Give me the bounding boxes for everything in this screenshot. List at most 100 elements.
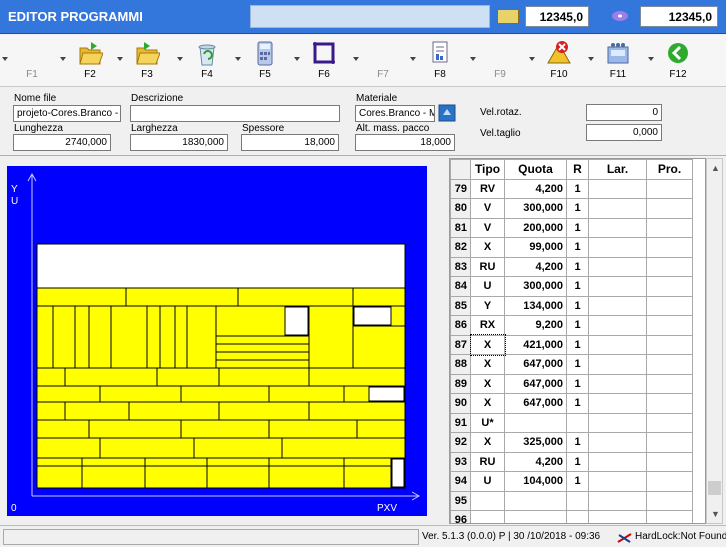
cell-pro[interactable] [646,178,693,199]
cell-tipo[interactable]: X [469,334,506,356]
dropdown-arrow-icon[interactable] [648,57,654,61]
program-table[interactable]: Tipo Quota R Lar. Pro. 79 RV 4,200 1 80 V 300,… [449,158,706,524]
dropdown-arrow-icon[interactable] [235,57,241,61]
dropdown-arrow-icon[interactable] [529,57,535,61]
cell-pro[interactable] [646,315,693,336]
dropdown-arrow-icon[interactable] [60,57,66,61]
cell-quota[interactable]: 134,000 [504,295,567,316]
cell-tipo[interactable] [470,490,505,511]
cell-quota[interactable]: 9,200 [504,315,567,336]
cell-quota[interactable] [504,490,567,511]
dropdown-arrow-icon[interactable] [294,57,300,61]
toolbar-button-f8[interactable]: F8 [408,35,464,87]
table-row[interactable]: 88 X 647,000 1 [450,354,693,375]
cell-pro[interactable] [646,276,693,297]
dropdown-arrow-icon[interactable] [470,57,476,61]
cell-lar[interactable] [588,373,647,394]
column-header-quota[interactable]: Quota [504,159,567,180]
table-row[interactable]: 95 [450,490,693,511]
cell-quota[interactable]: 4,200 [504,451,567,472]
table-row[interactable]: 92 X 325,000 1 [450,432,693,453]
vel-taglio-field[interactable]: 0,000 [586,124,662,141]
cell-r[interactable]: 1 [566,334,589,355]
dropdown-arrow-icon[interactable] [177,57,183,61]
table-row[interactable]: 90 X 647,000 1 [450,393,693,414]
cell-tipo[interactable]: X [470,373,505,394]
cell-lar[interactable] [588,295,647,316]
cell-quota[interactable]: 300,000 [504,198,567,219]
column-header-r[interactable]: R [566,159,589,180]
lunghezza-field[interactable]: 2740,000 [13,134,111,151]
cell-lar[interactable] [588,334,647,355]
cell-quota[interactable]: 325,000 [504,432,567,453]
cell-tipo[interactable]: RV [470,178,505,199]
cell-lar[interactable] [588,451,647,472]
cell-pro[interactable] [646,471,693,492]
cell-r[interactable]: 1 [566,432,589,453]
alt-mass-field[interactable]: 18,000 [355,134,455,151]
dropdown-arrow-icon[interactable] [353,57,359,61]
cell-quota[interactable]: 647,000 [504,354,567,375]
toolbar-button-f2[interactable]: F2 [58,35,114,87]
cell-pro[interactable] [646,217,693,238]
cell-lar[interactable] [588,237,647,258]
cell-quota[interactable] [504,510,567,523]
cell-quota[interactable]: 647,000 [504,393,567,414]
cell-r[interactable]: 1 [566,354,589,375]
table-row[interactable]: 86 RX 9,200 1 [450,315,693,336]
table-row[interactable]: 96 [450,510,693,523]
cell-r[interactable] [566,490,589,511]
cell-tipo[interactable] [470,510,505,523]
cell-tipo[interactable]: RX [470,315,505,336]
cell-r[interactable]: 1 [566,471,589,492]
cell-quota[interactable]: 99,000 [504,237,567,258]
cell-pro[interactable] [646,490,693,511]
cell-r[interactable] [566,510,589,523]
cell-lar[interactable] [588,393,647,414]
cell-pro[interactable] [646,451,693,472]
cell-pro[interactable] [646,373,693,394]
scroll-thumb[interactable] [708,481,721,495]
table-row[interactable]: 81 V 200,000 1 [450,217,693,238]
cell-quota[interactable]: 4,200 [504,256,567,277]
cell-lar[interactable] [588,510,647,523]
cell-r[interactable]: 1 [566,237,589,258]
column-header-lar[interactable]: Lar. [588,159,647,180]
cell-tipo[interactable]: U* [470,412,505,433]
scroll-up-icon[interactable]: ▲ [711,163,720,173]
nome-file-field[interactable]: projeto-Cores.Branco - [13,105,121,122]
cell-tipo[interactable]: X [470,432,505,453]
materiale-field[interactable]: Cores.Branco - M [355,105,435,122]
cell-quota[interactable]: 421,000 [504,334,567,355]
table-row[interactable]: 79 RV 4,200 1 [450,178,693,199]
cell-pro[interactable] [646,256,693,277]
cell-quota[interactable] [504,412,567,433]
cell-quota[interactable]: 4,200 [504,178,567,199]
cell-pro[interactable] [646,412,693,433]
table-row[interactable]: 87 X 421,000 1 [450,334,693,356]
table-row[interactable]: 91 U* [450,412,693,433]
cell-quota[interactable]: 200,000 [504,217,567,238]
larghezza-field[interactable]: 1830,000 [130,134,228,151]
cell-lar[interactable] [588,354,647,375]
cell-lar[interactable] [588,256,647,277]
cell-r[interactable]: 1 [566,315,589,336]
cell-tipo[interactable]: U [470,471,505,492]
toolbar-button-f6[interactable]: F6 [292,35,348,87]
cell-r[interactable]: 1 [566,198,589,219]
cell-tipo[interactable]: RU [470,451,505,472]
cell-pro[interactable] [646,510,693,523]
toolbar-button-f11[interactable]: F11 [586,35,642,87]
cutting-layout-canvas[interactable]: Y U 0 PXV [7,166,427,516]
dropdown-arrow-icon[interactable] [2,57,8,61]
table-row[interactable]: 85 Y 134,000 1 [450,295,693,316]
table-row[interactable]: 82 X 99,000 1 [450,237,693,258]
title-search-box[interactable] [250,5,490,28]
cell-lar[interactable] [588,412,647,433]
column-header-pro[interactable]: Pro. [646,159,693,180]
cell-quota[interactable]: 647,000 [504,373,567,394]
toolbar-button-f4[interactable]: F4 [175,35,231,87]
table-row[interactable]: 83 RU 4,200 1 [450,256,693,277]
cell-tipo[interactable]: Y [470,295,505,316]
cell-tipo[interactable]: X [470,354,505,375]
